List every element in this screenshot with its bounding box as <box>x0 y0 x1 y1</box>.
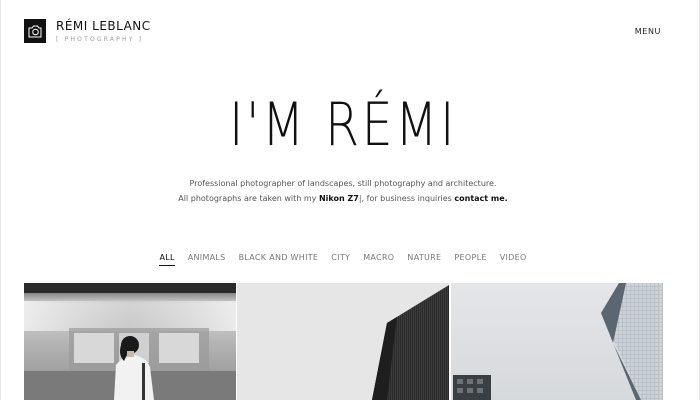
filter-tab-video[interactable]: VIDEO <box>500 253 527 266</box>
photo-gallery <box>24 283 663 400</box>
brand-subtitle: [ PHOTOGRAPHY ] <box>56 36 144 43</box>
filter-tabs: ALL ANIMALS BLACK AND WHITE CITY MACRO N… <box>0 253 686 266</box>
intro-text: Professional photographer of landscapes,… <box>0 176 686 206</box>
intro-line-1: Professional photographer of landscapes,… <box>189 179 497 188</box>
brand[interactable]: RÉMI LEBLANC [ PHOTOGRAPHY ] <box>56 19 151 43</box>
filter-tab-macro[interactable]: MACRO <box>363 253 394 266</box>
contact-link[interactable]: contact me. <box>454 194 507 203</box>
filter-tab-nature[interactable]: NATURE <box>407 253 441 266</box>
camera-logo-icon[interactable] <box>24 19 46 43</box>
intro-line-2-mid: |, for business inquiries <box>358 194 455 203</box>
filter-tab-animals[interactable]: ANIMALS <box>188 253 226 266</box>
hero-title: I'M RÉMI <box>228 90 458 160</box>
filter-tab-all[interactable]: ALL <box>159 253 175 266</box>
gallery-photo-glass-tower[interactable] <box>450 283 663 400</box>
filter-tab-people[interactable]: PEOPLE <box>454 253 486 266</box>
filter-tab-city[interactable]: CITY <box>331 253 350 266</box>
filter-tab-black-and-white[interactable]: BLACK AND WHITE <box>239 253 319 266</box>
menu-button[interactable]: MENU <box>635 27 661 36</box>
gallery-photo-subway[interactable] <box>24 283 236 400</box>
brand-name: RÉMI LEBLANC <box>56 19 151 33</box>
gallery-photo-dark-tower[interactable] <box>237 283 450 400</box>
intro-line-2-pre: All photographs are taken with my <box>178 194 319 203</box>
site-header: RÉMI LEBLANC [ PHOTOGRAPHY ] <box>24 19 151 43</box>
intro-line-2: All photographs are taken with my Nikon … <box>0 191 686 206</box>
camera-name: Nikon Z7 <box>318 194 359 203</box>
